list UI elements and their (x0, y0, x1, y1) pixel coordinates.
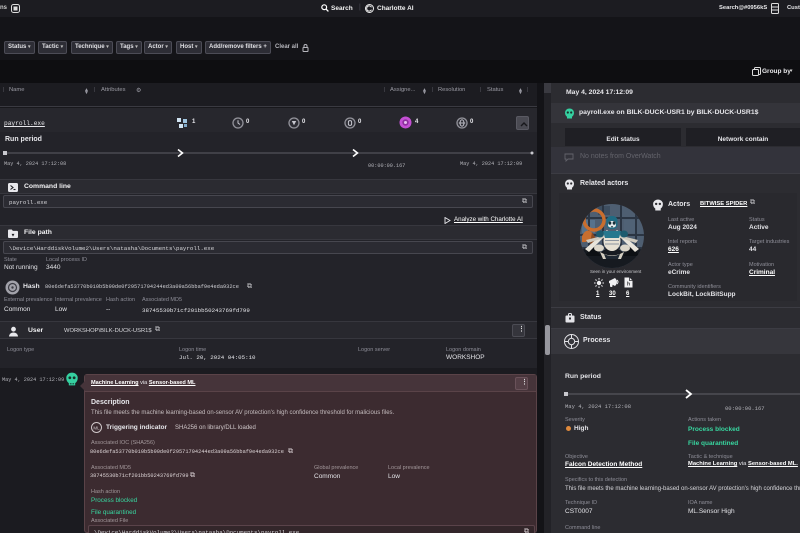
svg-text:h: h (627, 282, 630, 288)
svg-text:ML: ML (93, 426, 100, 431)
svg-text:▾: ▾ (11, 233, 15, 239)
